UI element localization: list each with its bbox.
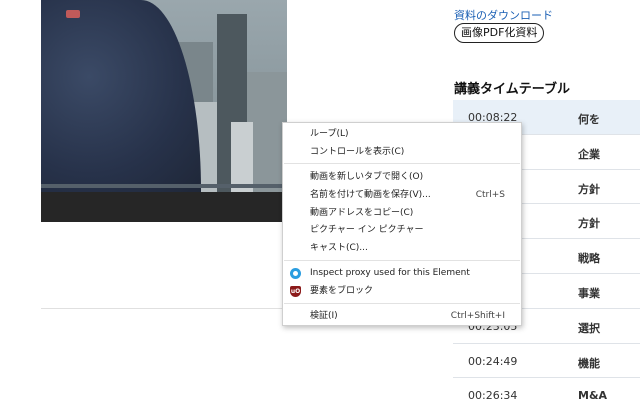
video-timeline[interactable] bbox=[41, 184, 287, 188]
menu-item-inspect[interactable]: 検証(I) Ctrl+Shift+I bbox=[283, 308, 521, 325]
schedule-description: 企業 bbox=[578, 147, 600, 161]
building bbox=[247, 72, 287, 192]
schedule-time: 00:24:49 bbox=[468, 354, 518, 368]
menu-separator bbox=[284, 163, 520, 164]
schedule-row[interactable]: 00:24:49 機能 bbox=[453, 344, 640, 379]
menu-item-label: ループ(L) bbox=[310, 129, 349, 139]
menu-item-copy-video-address[interactable]: 動画アドレスをコピー(C) bbox=[283, 205, 521, 222]
menu-separator bbox=[284, 303, 520, 304]
video-controls-bar[interactable] bbox=[41, 192, 287, 222]
schedule-row[interactable]: 00:26:34 M&A bbox=[453, 378, 640, 400]
menu-item-label: コントロールを表示(C) bbox=[310, 147, 405, 157]
menu-item-label: 名前を付けて動画を保存(V)... bbox=[310, 190, 431, 200]
menu-item-save-video-as[interactable]: 名前を付けて動画を保存(V)... Ctrl+S bbox=[283, 187, 521, 204]
menu-item-picture-in-picture[interactable]: ピクチャー イン ピクチャー bbox=[283, 222, 521, 239]
menu-item-label: 動画アドレスをコピー(C) bbox=[310, 208, 414, 218]
schedule-description: 事業 bbox=[578, 286, 600, 300]
schedule-description: 選択 bbox=[578, 321, 600, 335]
menu-item-shortcut: Ctrl+Shift+I bbox=[450, 311, 505, 321]
schedule-description: 何を bbox=[578, 113, 600, 126]
schedule-description: 機能 bbox=[578, 356, 600, 370]
schedule-description: 方針 bbox=[578, 217, 600, 231]
menu-item-label: Inspect proxy used for this Element bbox=[310, 268, 470, 278]
schedule-time: 00:26:34 bbox=[468, 389, 518, 400]
menu-item-label: 動画を新しいタブで開く(O) bbox=[310, 172, 424, 182]
schedule-description: 方針 bbox=[578, 182, 600, 196]
download-materials-link[interactable]: 資料のダウンロード bbox=[454, 7, 553, 23]
menu-item-label: ピクチャー イン ピクチャー bbox=[310, 225, 424, 235]
menu-item-block-element[interactable]: uO 要素をブロック bbox=[283, 283, 521, 300]
context-menu: ループ(L) コントロールを表示(C) 動画を新しいタブで開く(O) 名前を付け… bbox=[282, 122, 522, 326]
building bbox=[231, 122, 253, 192]
menu-item-show-controls[interactable]: コントロールを表示(C) bbox=[283, 144, 521, 161]
schedule-description: M&A bbox=[578, 389, 608, 400]
menu-item-inspect-proxy[interactable]: Inspect proxy used for this Element bbox=[283, 265, 521, 282]
menu-item-label: 検証(I) bbox=[310, 311, 338, 321]
menu-item-label: 要素をブロック bbox=[310, 286, 374, 296]
menu-item-cast[interactable]: キャスト(C)... bbox=[283, 240, 521, 257]
menu-item-open-video-new-tab[interactable]: 動画を新しいタブで開く(O) bbox=[283, 169, 521, 186]
video-frame bbox=[41, 0, 287, 192]
menu-item-label: キャスト(C)... bbox=[310, 243, 368, 253]
menu-separator bbox=[284, 260, 520, 261]
schedule-title: 講義タイムテーブル bbox=[454, 82, 570, 97]
lapel-pin bbox=[66, 10, 80, 18]
menu-item-shortcut: Ctrl+S bbox=[475, 190, 505, 200]
proxy-icon bbox=[290, 268, 301, 279]
video-player[interactable] bbox=[41, 0, 287, 222]
schedule-description: 戦略 bbox=[578, 252, 600, 266]
menu-item-loop[interactable]: ループ(L) bbox=[283, 126, 521, 143]
pdf-materials-button[interactable]: 画像PDF化資料 bbox=[454, 23, 545, 43]
ublock-icon: uO bbox=[290, 286, 301, 297]
